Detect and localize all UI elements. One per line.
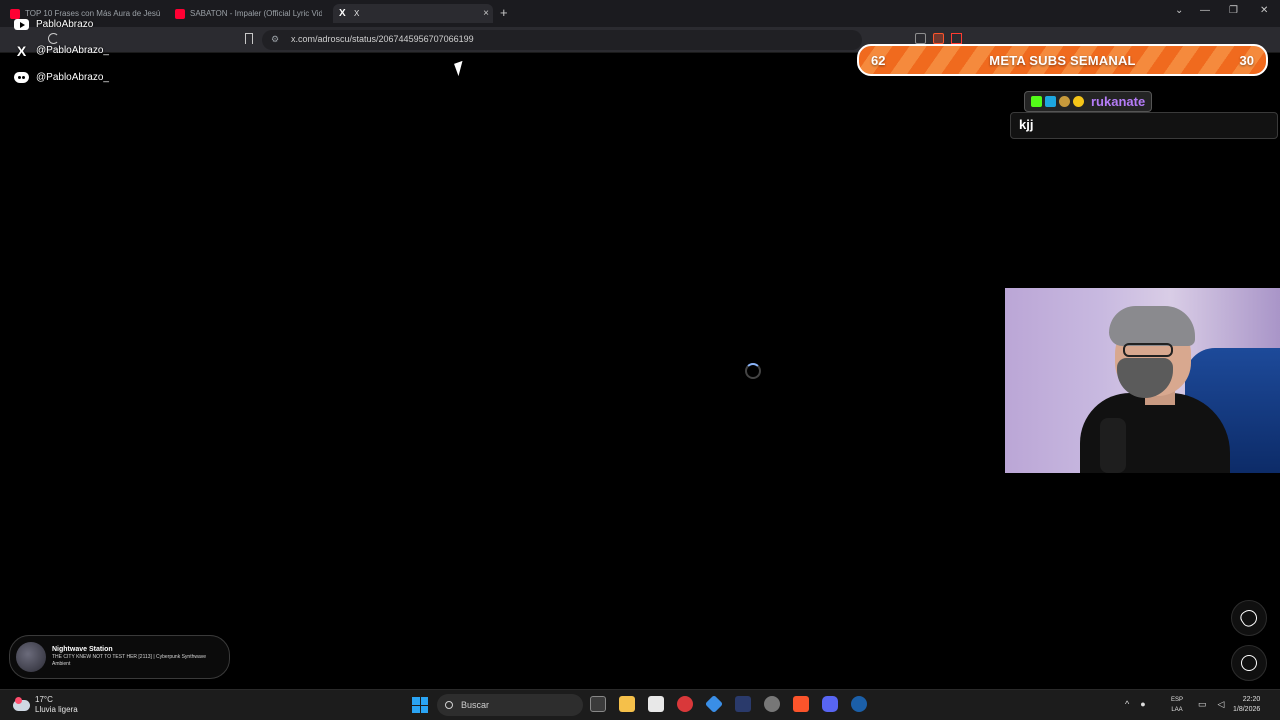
- tab-x[interactable]: X X ×: [333, 4, 493, 23]
- grok-button[interactable]: [1231, 600, 1267, 636]
- clock-date: 1/8/2026: [1233, 706, 1261, 713]
- clock-time: 22:20: [1242, 696, 1261, 703]
- site-info-icon[interactable]: ⚙: [271, 34, 279, 45]
- sub-goal-bar: 62 META SUBS SEMANAL 30: [857, 44, 1268, 76]
- weather-condition: Lluvia ligera: [35, 705, 78, 714]
- audio-app-icon[interactable]: [735, 696, 751, 712]
- loading-spinner-icon: [745, 363, 761, 379]
- start-button[interactable]: [412, 697, 428, 713]
- chat-message: kjj: [1010, 112, 1278, 139]
- rain-cloud-icon: [13, 696, 30, 711]
- social-discord: @PabloAbrazo_: [14, 70, 109, 85]
- sub-goal-target: 30: [1239, 52, 1254, 68]
- webcam-feed: [1005, 288, 1280, 473]
- kick-badge-icon: [1031, 96, 1042, 107]
- track-title: THE CITY KNEW NOT TO TEST HER [2113] | C…: [52, 654, 207, 667]
- youtube-icon: [175, 8, 185, 19]
- weather-widget[interactable]: 17°C Lluvia ligera: [13, 695, 78, 715]
- discord-icon[interactable]: [822, 696, 838, 712]
- x-icon: X: [16, 42, 27, 59]
- messages-button[interactable]: [1231, 645, 1267, 681]
- tray-overflow-chevron-icon[interactable]: ^: [1125, 699, 1129, 709]
- mouse-cursor: [454, 60, 467, 77]
- extension-icons: [915, 33, 962, 44]
- youtube-icon: [14, 19, 29, 30]
- sub-goal-title: META SUBS SEMANAL: [989, 52, 1136, 68]
- app-icon[interactable]: [677, 696, 693, 712]
- language-indicator[interactable]: ESP LAA: [1171, 695, 1183, 715]
- tab-title: X: [354, 9, 360, 18]
- volume-icon[interactable]: ◁: [1218, 699, 1225, 710]
- cube-badge-icon: [1045, 96, 1056, 107]
- app-icon[interactable]: [704, 694, 724, 714]
- bookmark-icon[interactable]: [245, 33, 253, 44]
- tab-search-chevron-icon[interactable]: ⌄: [1175, 5, 1183, 16]
- task-view-icon[interactable]: [590, 696, 606, 712]
- message-bubble-icon: [1241, 655, 1257, 671]
- system-tray-status: ▭ ◁: [1198, 699, 1224, 710]
- x-icon: X: [339, 7, 346, 19]
- minimize-button[interactable]: —: [1200, 5, 1210, 16]
- microphone-icon[interactable]: ●: [1140, 699, 1145, 709]
- notepad-icon[interactable]: [648, 696, 664, 712]
- chat-username: rukanate: [1091, 94, 1146, 109]
- social-handle: PabloAbrazo: [36, 19, 94, 30]
- tab-title: SABATON - Impaler (Official Lyric Video): [190, 9, 322, 18]
- social-handle: @PabloAbrazo_: [36, 72, 109, 83]
- pinned-apps: [590, 694, 867, 714]
- album-art: [16, 642, 46, 672]
- network-icon[interactable]: ▭: [1198, 699, 1207, 710]
- close-window-button[interactable]: ✕: [1260, 5, 1268, 16]
- now-playing-widget: Nightwave Station THE CITY KNEW NOT TO T…: [9, 635, 230, 679]
- social-handle: @PabloAbrazo_: [36, 45, 109, 56]
- chat-author: rukanate: [1024, 91, 1153, 112]
- coin-badge-icon: [1073, 96, 1084, 107]
- weather-temp: 17°C: [35, 695, 53, 704]
- windows-taskbar: 17°C Lluvia ligera Buscar ^ ● ESP LAA ▭ …: [0, 689, 1280, 720]
- discord-icon: [14, 72, 29, 83]
- social-x: X @PabloAbrazo_: [14, 42, 109, 59]
- file-explorer-icon[interactable]: [619, 696, 635, 712]
- search-placeholder: Buscar: [461, 700, 490, 710]
- brave-browser-icon[interactable]: [793, 696, 809, 712]
- social-youtube: PabloAbrazo: [14, 17, 93, 32]
- url-text[interactable]: x.com/adroscu/status/2067445956707066199: [291, 34, 474, 44]
- station-name: Nightwave Station: [52, 646, 113, 653]
- obs-icon[interactable]: [764, 696, 780, 712]
- restore-button[interactable]: ❐: [1229, 5, 1238, 16]
- steam-icon[interactable]: [851, 696, 867, 712]
- cast-icon[interactable]: [915, 33, 926, 44]
- tab-sabaton-impaler[interactable]: SABATON - Impaler (Official Lyric Video): [175, 4, 322, 23]
- system-tray: ^ ●: [1125, 699, 1146, 709]
- taskbar-search[interactable]: Buscar: [437, 694, 583, 716]
- brave-shields-icon[interactable]: [933, 33, 944, 44]
- new-tab-button[interactable]: +: [500, 5, 508, 20]
- clock[interactable]: 22:20 1/8/2026: [1233, 695, 1260, 715]
- brave-rewards-icon[interactable]: [951, 33, 962, 44]
- browser-tab-strip: TOP 10 Frases con Más Aura de Jesús SABA…: [0, 0, 1280, 27]
- burger-badge-icon: [1059, 96, 1070, 107]
- grok-icon: [1237, 606, 1261, 630]
- close-tab-icon[interactable]: ×: [483, 8, 489, 19]
- search-icon: [445, 701, 453, 709]
- sub-goal-current: 62: [871, 52, 886, 68]
